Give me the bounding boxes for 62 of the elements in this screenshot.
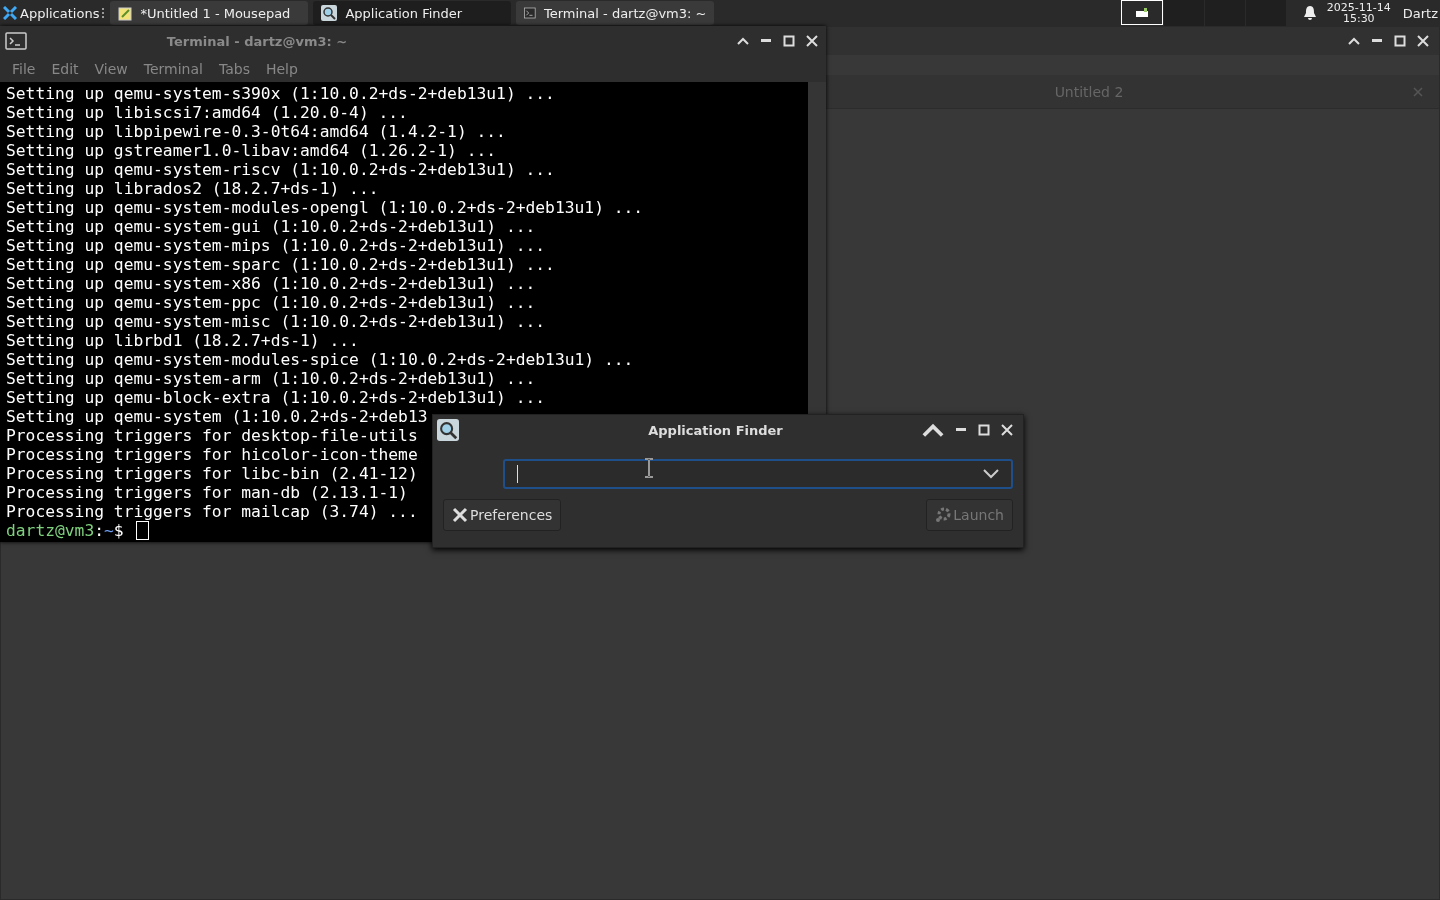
- output-line: Setting up qemu-system-riscv (1:10.0.2+ds-2+deb13u1) ...: [6, 160, 555, 179]
- search-icon: [437, 419, 459, 441]
- minimize-icon[interactable]: [760, 39, 772, 43]
- output-line: Setting up qemu-system-x86 (1:10.0.2+ds-2+deb13u1) ...: [6, 274, 536, 293]
- task-button[interactable]: Application Finder: [313, 1, 512, 25]
- output-line: Setting up qemu-system-sparc (1:10.0.2+ds-2+deb13u1) ...: [6, 255, 555, 274]
- output-line: Setting up libiscsi7:amd64 (1.20.0-4) ...: [6, 103, 408, 122]
- output-line: Processing triggers for desktop-file-utils: [6, 426, 418, 445]
- menu-item[interactable]: Tabs: [210, 61, 258, 77]
- cursor-block: [135, 521, 149, 540]
- shade-icon[interactable]: [1348, 37, 1360, 45]
- bell-icon[interactable]: [1302, 5, 1317, 21]
- menu-item[interactable]: View: [86, 61, 136, 77]
- separator-handle-icon: [102, 8, 107, 18]
- output-line: Setting up libpipewire-0.3-0t64:amd64 (1.4.2-1) ...: [6, 122, 506, 141]
- text-cursor-icon: [644, 458, 654, 478]
- clock[interactable]: 2025-11-14 15:30: [1326, 2, 1391, 24]
- menu-item[interactable]: Edit: [43, 61, 87, 77]
- output-line: Setting up gstreamer1.0-libav:amd64 (1.26.2-1) ...: [6, 141, 497, 160]
- menu-item[interactable]: Terminal: [135, 61, 211, 77]
- gear-icon: [935, 507, 952, 523]
- prompt-text: dartz@vm3:~$: [6, 521, 124, 540]
- search-field[interactable]: [503, 459, 1013, 489]
- search-icon: [321, 5, 338, 21]
- terminal-icon: [5, 32, 27, 50]
- notepad-icon: [118, 5, 133, 21]
- logo-icon: [3, 6, 17, 20]
- output-line: Setting up qemu-system-modules-opengl (1:10.0.2+ds-2+deb13u1) ...: [6, 198, 644, 217]
- workspace-button[interactable]: [1120, 0, 1163, 25]
- task-button[interactable]: Terminal - dartz@vm3: ~: [516, 1, 715, 25]
- output-line: Setting up qemu-system-modules-spice (1:10.0.2+ds-2+deb13u1) ...: [6, 350, 634, 369]
- applications-menu[interactable]: Applications: [0, 0, 102, 26]
- output-line: Setting up librbd1 (18.2.7+ds-1) ...: [6, 331, 359, 350]
- output-line: Setting up qemu-system-s390x (1:10.0.2+ds-2+deb13u1) ...: [6, 84, 555, 103]
- maximize-icon[interactable]: [783, 35, 795, 47]
- shade-icon[interactable]: [737, 37, 749, 45]
- terminal-icon: [524, 6, 536, 20]
- output-line: Processing triggers for libc-bin (2.41-12): [6, 464, 418, 483]
- output-line: Setting up librados2 (18.2.7+ds-1) ...: [6, 179, 379, 198]
- window-thumbnail-icon: [1133, 7, 1150, 18]
- output-line: Setting up qemu-system-misc (1:10.0.2+ds-2+deb13u1) ...: [6, 312, 546, 331]
- output-line: Processing triggers for man-db (2.13.1-1): [6, 483, 408, 502]
- output-line: Processing triggers for hicolor-icon-theme: [6, 445, 418, 464]
- dialog-button[interactable]: Preferences: [443, 499, 562, 531]
- user-name[interactable]: Dartz: [1402, 5, 1438, 21]
- output-line: Setting up qemu-system (1:10.0.2+ds-2+deb13: [6, 407, 428, 426]
- maximize-icon[interactable]: [978, 424, 990, 436]
- output-line: Setting up qemu-block-extra (1:10.0.2+ds-2+deb13u1) ...: [6, 388, 546, 407]
- output-line: Setting up qemu-system-ppc (1:10.0.2+ds-2+deb13u1) ...: [6, 293, 536, 312]
- maximize-icon[interactable]: [1394, 35, 1406, 47]
- minimize-icon[interactable]: [955, 428, 967, 432]
- menu-item[interactable]: File: [4, 61, 44, 77]
- menu-item[interactable]: Help: [257, 61, 306, 77]
- output-line: Setting up qemu-system-gui (1:10.0.2+ds-2+deb13u1) ...: [6, 217, 536, 236]
- minimize-icon[interactable]: [1371, 39, 1383, 43]
- output-line: Setting up qemu-system-mips (1:10.0.2+ds-2+deb13u1) ...: [6, 236, 546, 255]
- task-button[interactable]: *Untitled 1 - Mousepad: [110, 1, 309, 25]
- dialog-title: Application Finder: [647, 422, 784, 438]
- output-line: Setting up qemu-system-arm (1:10.0.2+ds-2+deb13u1) ...: [6, 369, 536, 388]
- window-title: Terminal - dartz@vm3: ~: [165, 33, 349, 49]
- output-line: Processing triggers for mailcap (3.74) ...: [6, 502, 418, 521]
- dropdown-chevron-icon[interactable]: [983, 469, 999, 479]
